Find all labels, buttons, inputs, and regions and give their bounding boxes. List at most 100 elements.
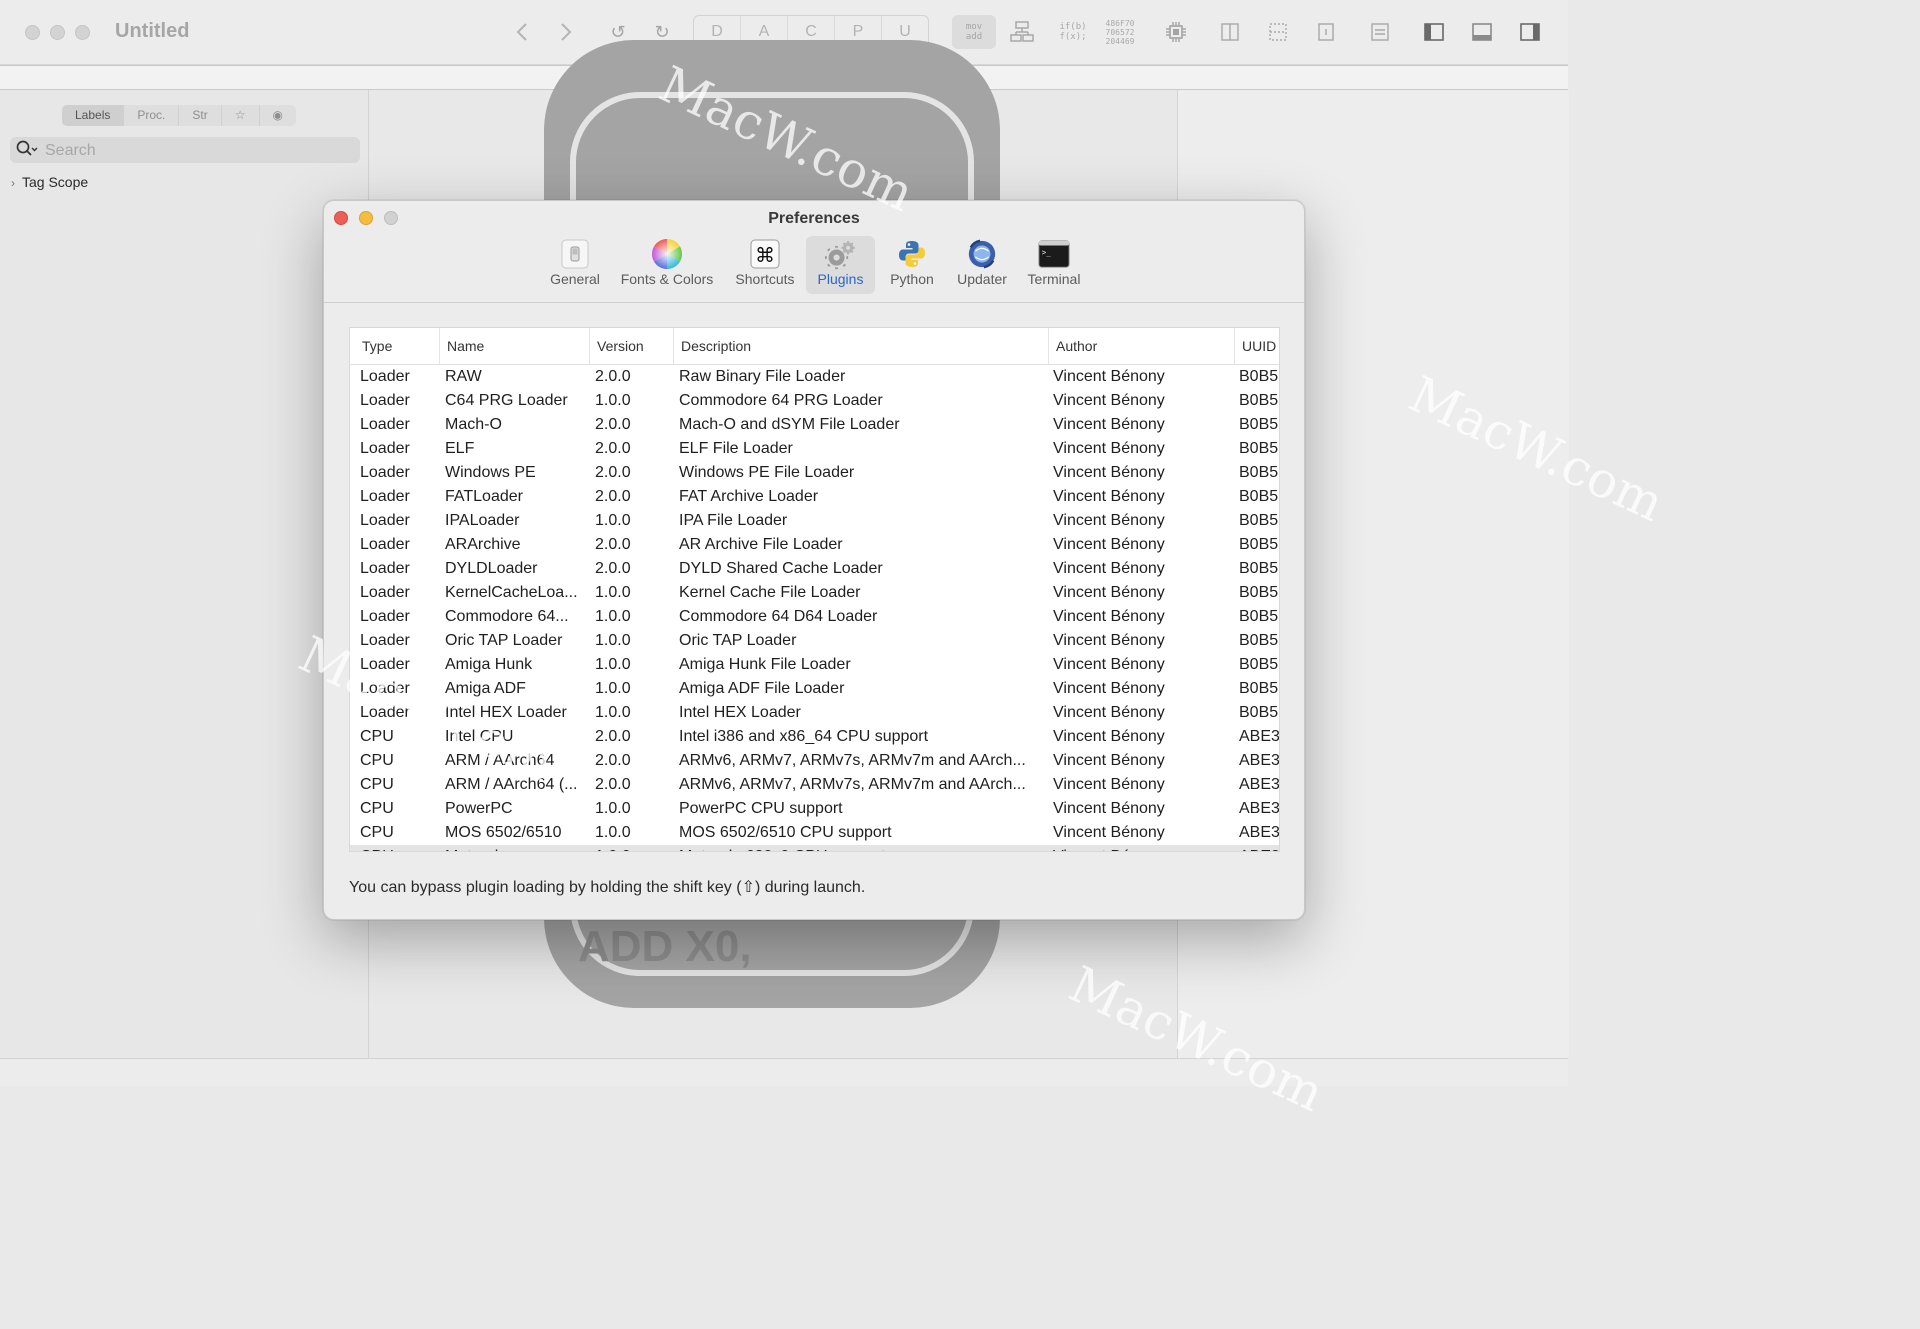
tab-plugins[interactable]: Plugins xyxy=(806,236,875,294)
tree-item-tag-scope[interactable]: › Tag Scope xyxy=(11,174,88,190)
table-row[interactable]: CPU PowerPC 1.0.0 PowerPC CPU support Vincen… xyxy=(350,797,1279,821)
table-row[interactable]: CPU ARM / AArch64 2.0.0 ARMv6, ARMv7, ARMv7… xyxy=(350,749,1279,773)
pseudocode-label: if(b) f(x); xyxy=(1059,22,1087,42)
table-header: Type Name Version Description Author UUI… xyxy=(350,328,1279,365)
cpu-chip-icon[interactable] xyxy=(1162,16,1190,48)
cfg-graph-icon[interactable] xyxy=(1008,16,1036,48)
table-cell-type: Loader xyxy=(360,368,410,385)
pseudocode-button[interactable]: if(b) f(x); xyxy=(1056,16,1090,48)
tab-updater[interactable]: Updater xyxy=(950,236,1014,294)
table-cell-type: Loader xyxy=(360,416,410,433)
search-input[interactable] xyxy=(43,139,347,163)
tab-strings[interactable]: Str xyxy=(179,105,222,126)
table-row[interactable]: CPU Motorola... 1.0.0 Motorola 680x0 CPU su… xyxy=(350,845,1279,851)
left-sidebar-toggle-icon[interactable] xyxy=(1422,16,1446,48)
split-horizontal-icon[interactable] xyxy=(1266,16,1290,48)
table-cell-type: Loader xyxy=(360,392,410,409)
table-row[interactable]: Loader ELF 2.0.0 ELF File Loader Vincent Bén… xyxy=(350,437,1279,461)
gears-icon xyxy=(824,238,857,270)
table-row[interactable]: CPU Intel CPU 2.0.0 Intel i386 and x86_64 C… xyxy=(350,725,1279,749)
table-cell-type: CPU xyxy=(360,824,394,841)
chevron-right-icon[interactable]: › xyxy=(11,176,15,190)
table-cell-type: CPU xyxy=(360,776,394,793)
tab-general-label: General xyxy=(550,271,600,287)
table-cell-name: ARM / AArch64 (... xyxy=(445,776,578,793)
plugin-bypass-note: You can bypass plugin loading by holding… xyxy=(349,879,866,896)
column-header-description[interactable]: Description xyxy=(674,328,1049,364)
minimize-window-button[interactable] xyxy=(50,25,65,40)
table-row[interactable]: Loader ARArchive 2.0.0 AR Archive File Load… xyxy=(350,533,1279,557)
table-row[interactable]: Loader Intel HEX Loader 1.0.0 Intel HEX Loa… xyxy=(350,701,1279,725)
general-switch-icon xyxy=(559,238,591,270)
table-cell-uuid: B0B5 xyxy=(1239,512,1279,529)
table-cell-uuid: ABE3 xyxy=(1239,824,1280,841)
table-cell-author: Vincent Bénony xyxy=(1053,392,1165,409)
tab-general[interactable]: General xyxy=(544,236,606,294)
right-sidebar-toggle-icon[interactable] xyxy=(1518,16,1542,48)
tab-python[interactable]: Python xyxy=(882,236,942,294)
column-header-version[interactable]: Version xyxy=(590,328,674,364)
table-cell-author: Vincent Bénony xyxy=(1053,752,1165,769)
plugins-table[interactable]: Type Name Version Description Author UUI… xyxy=(349,327,1280,852)
table-cell-author: Vincent Bénony xyxy=(1053,536,1165,553)
table-row[interactable]: Loader FATLoader 2.0.0 FAT Archive Loader Vi… xyxy=(350,485,1279,509)
split-vertical-icon[interactable] xyxy=(1218,16,1242,48)
sidebar-search[interactable] xyxy=(10,137,360,163)
single-pane-icon[interactable] xyxy=(1314,16,1338,48)
search-icon[interactable] xyxy=(16,140,40,163)
tab-shortcuts[interactable]: ⌘ Shortcuts xyxy=(728,236,802,294)
tab-tags[interactable]: ◉ xyxy=(260,105,296,126)
column-header-type[interactable]: Type xyxy=(355,328,440,364)
back-arrow-icon[interactable] xyxy=(510,16,534,48)
column-header-author[interactable]: Author xyxy=(1049,328,1235,364)
table-row[interactable]: Loader Mach-O 2.0.0 Mach-O and dSYM File Lo… xyxy=(350,413,1279,437)
assembly-view-button[interactable]: mov add xyxy=(952,15,996,49)
tab-terminal[interactable]: >_ Terminal xyxy=(1022,236,1086,294)
hex-view-button[interactable]: 486F70 706572 204469 xyxy=(1102,16,1138,48)
dialog-title: Preferences xyxy=(768,210,860,227)
table-cell-author: Vincent Bénony xyxy=(1053,488,1165,505)
table-cell-description: AR Archive File Loader xyxy=(679,536,843,553)
table-cell-author: Vincent Bénony xyxy=(1053,560,1165,577)
table-row[interactable]: Loader Amiga ADF 1.0.0 Amiga ADF File Loade… xyxy=(350,677,1279,701)
table-cell-version: 1.0.0 xyxy=(595,584,631,601)
table-cell-description: Windows PE File Loader xyxy=(679,464,855,481)
table-cell-name: ELF xyxy=(445,440,475,457)
svg-text:>_: >_ xyxy=(1042,248,1052,257)
column-header-uuid[interactable]: UUID xyxy=(1235,328,1279,364)
table-row[interactable]: Loader Amiga Hunk 1.0.0 Amiga Hunk File Loa… xyxy=(350,653,1279,677)
table-cell-version: 2.0.0 xyxy=(595,776,631,793)
tab-procedures[interactable]: Proc. xyxy=(124,105,180,126)
close-window-button[interactable] xyxy=(25,25,40,40)
table-cell-uuid: B0B5 xyxy=(1239,416,1279,433)
table-row[interactable]: Loader DYLDLoader 2.0.0 DYLD Shared Cache L… xyxy=(350,557,1279,581)
tab-bookmarks[interactable]: ☆ xyxy=(222,105,260,126)
zoom-window-button[interactable] xyxy=(75,25,90,40)
table-cell-version: 2.0.0 xyxy=(595,368,631,385)
sidebar-tabs[interactable]: Labels Proc. Str ☆ ◉ xyxy=(62,105,296,126)
forward-arrow-icon[interactable] xyxy=(554,16,578,48)
table-row[interactable]: Loader KernelCacheLoa... 1.0.0 Kernel Cache… xyxy=(350,581,1279,605)
tab-fonts-colors[interactable]: Fonts & Colors xyxy=(616,236,718,294)
table-row[interactable]: Loader Windows PE 2.0.0 Windows PE File Loa… xyxy=(350,461,1279,485)
table-row[interactable]: CPU ARM / AArch64 (... 2.0.0 ARMv6, ARMv7, … xyxy=(350,773,1279,797)
table-row[interactable]: Loader RAW 2.0.0 Raw Binary File Loader Vinc… xyxy=(350,365,1279,389)
table-row[interactable]: Loader Commodore 64... 1.0.0 Commodore 64 D… xyxy=(350,605,1279,629)
table-cell-name: Commodore 64... xyxy=(445,608,569,625)
table-cell-description: MOS 6502/6510 CPU support xyxy=(679,824,892,841)
table-cell-name: Intel CPU xyxy=(445,728,514,745)
table-row[interactable]: CPU MOS 6502/6510 1.0.0 MOS 6502/6510 CPU s… xyxy=(350,821,1279,845)
navigation-options-icon[interactable] xyxy=(1368,16,1392,48)
table-row[interactable]: Loader IPALoader 1.0.0 IPA File Loader Vince… xyxy=(350,509,1279,533)
table-cell-description: IPA File Loader xyxy=(679,512,788,529)
tab-labels[interactable]: Labels xyxy=(62,105,125,126)
table-cell-author: Vincent Bénony xyxy=(1053,845,1233,851)
table-cell-uuid: B0B5 xyxy=(1239,392,1279,409)
table-row[interactable]: Loader C64 PRG Loader 1.0.0 Commodore 64 PR… xyxy=(350,389,1279,413)
table-row[interactable]: Loader Oric TAP Loader 1.0.0 Oric TAP Loade… xyxy=(350,629,1279,653)
table-cell-version: 2.0.0 xyxy=(595,440,631,457)
bottom-panel-toggle-icon[interactable] xyxy=(1470,16,1494,48)
table-cell-name: ARArchive xyxy=(445,536,521,553)
column-header-name[interactable]: Name xyxy=(440,328,590,364)
table-cell-name: Intel HEX Loader xyxy=(445,704,567,721)
